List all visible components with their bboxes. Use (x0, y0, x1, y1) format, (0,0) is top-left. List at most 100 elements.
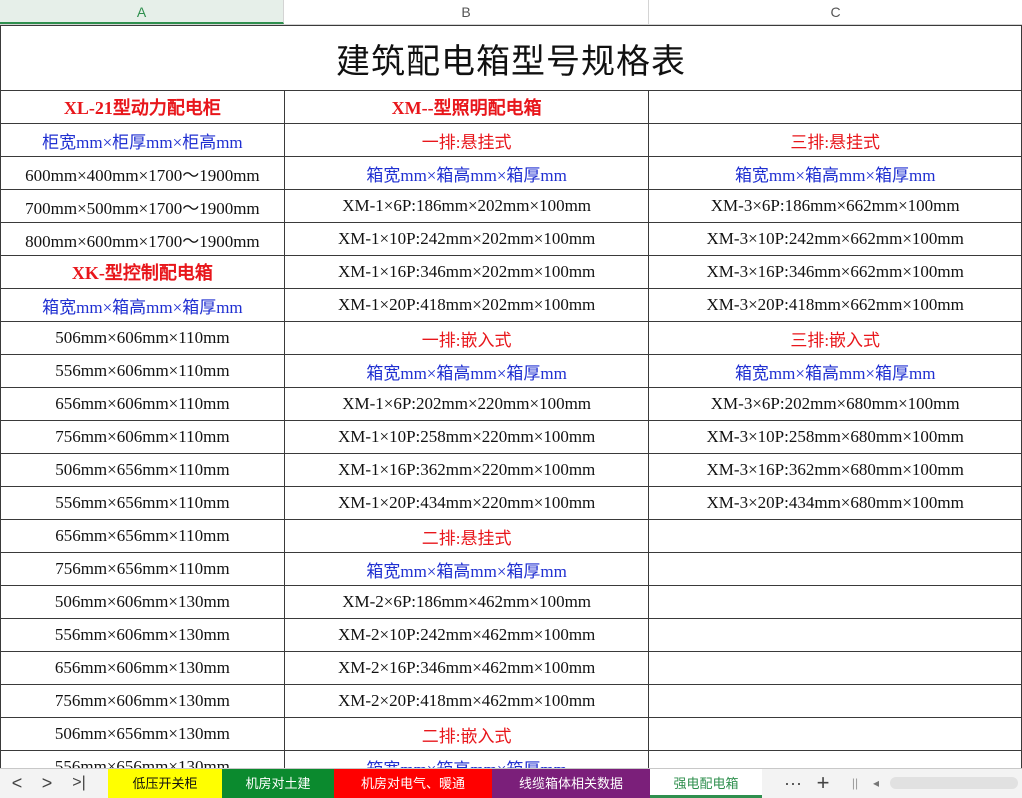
sheet-tab-3[interactable]: 线缆箱体相关数据 (492, 769, 650, 798)
sheet-tab-4[interactable]: 强电配电箱 (650, 769, 762, 798)
column-header-bar: A B C (0, 0, 1022, 25)
plus-icon[interactable]: + (812, 772, 834, 794)
cell-b[interactable]: 一排:嵌入式 (283, 321, 650, 355)
table-row: XK-型控制配电箱 XM-1×16P:346mm×202mm×100mm XM-3×… (0, 255, 1022, 289)
cell-a[interactable]: XL-21型动力配电柜 (0, 90, 285, 124)
table-row: 656mm×656mm×110mm 二排:悬挂式 (0, 519, 1022, 553)
cell-c[interactable]: XM-3×6P:186mm×662mm×100mm (648, 189, 1022, 223)
table-row: 756mm×606mm×110mm XM-1×10P:258mm×220mm×10… (0, 420, 1022, 454)
table-row: 506mm×656mm×130mm 二排:嵌入式 (0, 717, 1022, 751)
column-header-c[interactable]: C (649, 0, 1022, 24)
spreadsheet-grid: 建筑配电箱型号规格表 XL-21型动力配电柜 XM--型照明配电箱 柜宽mm×柜厚m… (0, 25, 1022, 784)
cell-c[interactable]: XM-3×16P:362mm×680mm×100mm (648, 453, 1022, 487)
cell-b[interactable]: 箱宽mm×箱高mm×箱厚mm (283, 552, 650, 586)
cell-c[interactable] (648, 618, 1022, 652)
cell-b[interactable]: XM-1×16P:346mm×202mm×100mm (283, 255, 650, 289)
cell-b[interactable]: XM-1×6P:186mm×202mm×100mm (283, 189, 650, 223)
chevron-left-icon[interactable]: < (6, 772, 28, 794)
sheet-tab-1[interactable]: 机房对土建 (222, 769, 334, 798)
cell-c[interactable]: 三排:悬挂式 (648, 123, 1022, 157)
table-row: XL-21型动力配电柜 XM--型照明配电箱 (0, 90, 1022, 124)
cell-b[interactable]: 一排:悬挂式 (283, 123, 650, 157)
cell-a[interactable]: 柜宽mm×柜厚mm×柜高mm (0, 123, 285, 157)
cell-a[interactable]: 700mm×500mm×1700～1900mm (0, 189, 285, 223)
cell-c[interactable] (648, 585, 1022, 619)
cell-b[interactable]: XM-1×20P:434mm×220mm×100mm (283, 486, 650, 520)
cell-a[interactable]: 556mm×606mm×130mm (0, 618, 285, 652)
table-row: 600mm×400mm×1700～1900mm 箱宽mm×箱高mm×箱厚mm 箱宽m… (0, 156, 1022, 190)
cell-b[interactable]: XM-2×6P:186mm×462mm×100mm (283, 585, 650, 619)
table-row: 656mm×606mm×130mm XM-2×16P:346mm×462mm×10… (0, 651, 1022, 685)
cell-c[interactable]: XM-3×6P:202mm×680mm×100mm (648, 387, 1022, 421)
spec-table: 建筑配电箱型号规格表 XL-21型动力配电柜 XM--型照明配电箱 柜宽mm×柜厚m… (0, 25, 1022, 784)
cell-b[interactable]: 二排:悬挂式 (283, 519, 650, 553)
cell-c[interactable]: 箱宽mm×箱高mm×箱厚mm (648, 354, 1022, 388)
cell-c[interactable]: 箱宽mm×箱高mm×箱厚mm (648, 156, 1022, 190)
cell-b[interactable]: XM-1×16P:362mm×220mm×100mm (283, 453, 650, 487)
sheet-tab-bar: < > >| 低压开关柜 机房对土建 机房对电气、暖通 线缆箱体相关数据 强电配… (0, 768, 1022, 798)
cell-c[interactable] (648, 717, 1022, 751)
sheet-title-cell[interactable]: 建筑配电箱型号规格表 (0, 25, 1022, 91)
cell-a[interactable]: 756mm×606mm×130mm (0, 684, 285, 718)
table-row: 箱宽mm×箱高mm×箱厚mm XM-1×20P:418mm×202mm×100mm… (0, 288, 1022, 322)
cell-a[interactable]: 506mm×606mm×110mm (0, 321, 285, 355)
cell-b[interactable]: XM-1×20P:418mm×202mm×100mm (283, 288, 650, 322)
column-header-b[interactable]: B (284, 0, 649, 24)
chevron-right-icon[interactable]: > (36, 772, 58, 794)
sheet-tab-0[interactable]: 低压开关柜 (108, 769, 222, 798)
cell-c[interactable] (648, 552, 1022, 586)
title-row: 建筑配电箱型号规格表 (0, 25, 1022, 91)
table-row: 556mm×606mm×110mm 箱宽mm×箱高mm×箱厚mm 箱宽mm×箱高mm… (0, 354, 1022, 388)
cell-c[interactable] (648, 519, 1022, 553)
table-row: 506mm×606mm×110mm 一排:嵌入式 三排:嵌入式 (0, 321, 1022, 355)
cell-b[interactable]: XM-2×20P:418mm×462mm×100mm (283, 684, 650, 718)
cell-c[interactable] (648, 684, 1022, 718)
cell-a[interactable]: XK-型控制配电箱 (0, 255, 285, 289)
table-row: 756mm×606mm×130mm XM-2×20P:418mm×462mm×10… (0, 684, 1022, 718)
cell-a[interactable]: 600mm×400mm×1700～1900mm (0, 156, 285, 190)
table-row: 756mm×656mm×110mm 箱宽mm×箱高mm×箱厚mm (0, 552, 1022, 586)
table-row: 700mm×500mm×1700～1900mm XM-1×6P:186mm×202… (0, 189, 1022, 223)
cell-b[interactable]: XM-1×10P:258mm×220mm×100mm (283, 420, 650, 454)
cell-c[interactable] (648, 651, 1022, 685)
cell-a[interactable]: 506mm×656mm×110mm (0, 453, 285, 487)
horizontal-scrollbar[interactable] (890, 777, 1018, 789)
cell-c[interactable]: XM-3×16P:346mm×662mm×100mm (648, 255, 1022, 289)
cell-c[interactable]: XM-3×10P:258mm×680mm×100mm (648, 420, 1022, 454)
cell-b[interactable]: 箱宽mm×箱高mm×箱厚mm (283, 354, 650, 388)
cell-c[interactable]: 三排:嵌入式 (648, 321, 1022, 355)
column-header-a[interactable]: A (0, 0, 284, 24)
cell-a[interactable]: 656mm×606mm×110mm (0, 387, 285, 421)
table-row: 556mm×656mm×110mm XM-1×20P:434mm×220mm×10… (0, 486, 1022, 520)
cell-c[interactable]: XM-3×10P:242mm×662mm×100mm (648, 222, 1022, 256)
cell-c[interactable] (648, 90, 1022, 124)
cell-c[interactable]: XM-3×20P:418mm×662mm×100mm (648, 288, 1022, 322)
cell-b[interactable]: 箱宽mm×箱高mm×箱厚mm (283, 156, 650, 190)
cell-a[interactable]: 656mm×656mm×110mm (0, 519, 285, 553)
scroll-left-icon[interactable]: ◂ (868, 772, 884, 794)
cell-a[interactable]: 506mm×656mm×130mm (0, 717, 285, 751)
cell-c[interactable]: XM-3×20P:434mm×680mm×100mm (648, 486, 1022, 520)
cell-b[interactable]: XM-1×6P:202mm×220mm×100mm (283, 387, 650, 421)
splitter-handle[interactable]: || (848, 772, 862, 794)
cell-a[interactable]: 756mm×606mm×110mm (0, 420, 285, 454)
cell-a[interactable]: 506mm×606mm×130mm (0, 585, 285, 619)
cell-b[interactable]: XM--型照明配电箱 (283, 90, 650, 124)
cell-a[interactable]: 箱宽mm×箱高mm×箱厚mm (0, 288, 285, 322)
cell-a[interactable]: 800mm×600mm×1700～1900mm (0, 222, 285, 256)
cell-a[interactable]: 656mm×606mm×130mm (0, 651, 285, 685)
cell-b[interactable]: XM-2×16P:346mm×462mm×100mm (283, 651, 650, 685)
cell-a[interactable]: 556mm×606mm×110mm (0, 354, 285, 388)
cell-b[interactable]: 二排:嵌入式 (283, 717, 650, 751)
sheet-tab-2[interactable]: 机房对电气、暖通 (334, 769, 492, 798)
table-row: 656mm×606mm×110mm XM-1×6P:202mm×220mm×100… (0, 387, 1022, 421)
more-icon[interactable]: ··· (782, 772, 804, 794)
cell-b[interactable]: XM-2×10P:242mm×462mm×100mm (283, 618, 650, 652)
cell-b[interactable]: XM-1×10P:242mm×202mm×100mm (283, 222, 650, 256)
table-row: 800mm×600mm×1700～1900mm XM-1×10P:242mm×20… (0, 222, 1022, 256)
cell-a[interactable]: 756mm×656mm×110mm (0, 552, 285, 586)
skip-last-icon[interactable]: >| (68, 772, 90, 794)
cell-a[interactable]: 556mm×656mm×110mm (0, 486, 285, 520)
table-row: 506mm×656mm×110mm XM-1×16P:362mm×220mm×10… (0, 453, 1022, 487)
table-row: 506mm×606mm×130mm XM-2×6P:186mm×462mm×100… (0, 585, 1022, 619)
